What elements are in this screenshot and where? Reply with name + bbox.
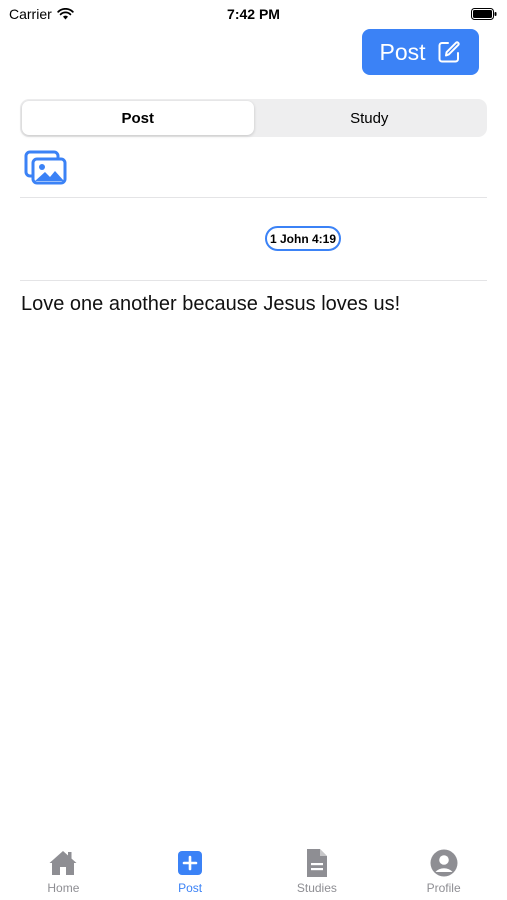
tab-post[interactable]: Post — [127, 840, 254, 900]
post-screen: Carrier 7:42 PM Post Post Study 1 John 4… — [0, 0, 507, 900]
post-button[interactable]: Post — [362, 29, 479, 75]
document-icon — [306, 849, 327, 877]
tab-studies-label: Studies — [296, 881, 337, 895]
plus-square-icon — [178, 851, 203, 875]
segment-study[interactable]: Study — [254, 101, 486, 135]
segment-study-label: Study — [350, 109, 389, 127]
tab-bar: Home Post Studies Profile — [0, 840, 507, 900]
verse-reference-chip[interactable]: 1 John 4:19 — [265, 226, 342, 251]
segment-post[interactable]: Post — [22, 101, 254, 135]
tab-profile[interactable]: Profile — [380, 840, 507, 900]
post-body-text[interactable]: Love one another because Jesus loves us! — [21, 291, 487, 317]
post-button-label: Post — [379, 38, 426, 65]
person-circle-icon — [430, 849, 458, 877]
battery-icon — [471, 8, 497, 20]
divider-bottom — [20, 280, 487, 281]
house-icon — [49, 851, 77, 875]
status-bar: Carrier 7:42 PM — [0, 0, 507, 28]
photo-library-icon[interactable] — [24, 150, 68, 186]
post-study-segmented-control: Post Study — [20, 99, 487, 137]
tab-home[interactable]: Home — [0, 840, 127, 900]
compose-icon — [438, 41, 460, 63]
segment-post-label: Post — [121, 109, 154, 127]
divider-top — [20, 197, 487, 198]
tab-studies[interactable]: Studies — [254, 840, 381, 900]
tab-profile-label: Profile — [426, 881, 461, 895]
status-time: 7:42 PM — [227, 6, 280, 22]
tab-home-label: Home — [47, 881, 80, 895]
tab-post-label: Post — [178, 881, 203, 895]
